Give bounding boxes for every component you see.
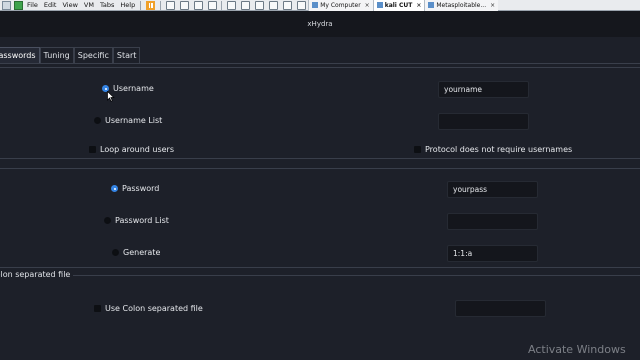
window-title: xHydra xyxy=(307,20,333,28)
colon-file-frame-label: Colon separated file xyxy=(0,270,74,279)
mouse-pointer-icon xyxy=(107,91,115,102)
no-username-label: Protocol does not require usernames xyxy=(425,145,573,154)
tab-tuning[interactable]: Tuning xyxy=(39,47,74,63)
unity-icon[interactable] xyxy=(282,0,292,10)
snapshot-icon[interactable] xyxy=(179,0,189,10)
menu-tabs[interactable]: Tabs xyxy=(100,1,114,9)
menu-help[interactable]: Help xyxy=(120,1,135,9)
close-icon[interactable]: × xyxy=(365,2,370,9)
fullscreen-icon[interactable] xyxy=(268,0,278,10)
close-icon[interactable]: × xyxy=(490,2,495,9)
toolbar-separator xyxy=(160,0,162,10)
thumbnail-icon[interactable] xyxy=(240,0,250,10)
computer-icon xyxy=(312,2,319,8)
menu-view[interactable]: View xyxy=(62,1,77,9)
toolbar-separator xyxy=(221,0,223,10)
colon-file-input[interactable] xyxy=(455,300,546,317)
send-ctrl-alt-del-icon[interactable] xyxy=(165,0,175,10)
checkbox-icon xyxy=(94,305,101,312)
tab-label: Start xyxy=(116,51,137,60)
vmware-logo-icon xyxy=(2,0,11,10)
pause-icon[interactable] xyxy=(146,0,156,10)
radio-unchecked-icon xyxy=(104,217,111,224)
no-username-checkbox[interactable]: Protocol does not require usernames xyxy=(414,145,572,154)
power-on-icon[interactable] xyxy=(14,0,23,10)
activate-windows-watermark: Activate Windows xyxy=(528,343,626,356)
vm-icon xyxy=(376,2,383,8)
use-colon-file-checkbox[interactable]: Use Colon separated file xyxy=(94,304,203,313)
checkbox-icon xyxy=(89,146,96,153)
sidebar-toggle-icon[interactable] xyxy=(226,0,236,10)
username-list-radio[interactable]: Username List xyxy=(94,116,162,125)
vm-tab-label: kali CUT xyxy=(384,1,413,9)
radio-unchecked-icon xyxy=(112,249,119,256)
username-list-label: Username List xyxy=(105,116,163,125)
vm-tab-label: Metasploitable... xyxy=(436,1,487,9)
tab-label: Passwords xyxy=(0,51,36,60)
generate-radio[interactable]: Generate xyxy=(112,248,160,257)
toolbar-separator xyxy=(140,0,142,10)
snapshot-manager-icon[interactable] xyxy=(207,0,217,10)
vm-tab-metasploitable[interactable]: Metasploitable... × xyxy=(424,0,499,11)
generate-label: Generate xyxy=(123,248,161,257)
vm-tab-label: My Computer xyxy=(320,1,361,9)
tab-label: Tuning xyxy=(43,51,70,60)
password-input[interactable] xyxy=(447,181,538,198)
tab-label: Specific xyxy=(77,51,109,60)
password-list-label: Password List xyxy=(115,216,169,225)
username-input[interactable] xyxy=(438,81,529,98)
use-colon-file-label: Use Colon separated file xyxy=(105,304,203,313)
password-list-radio[interactable]: Password List xyxy=(104,216,169,225)
checkbox-icon xyxy=(414,146,421,153)
tab-specific[interactable]: Specific xyxy=(73,47,113,63)
radio-checked-icon xyxy=(111,185,118,192)
revert-snapshot-icon[interactable] xyxy=(193,0,203,10)
username-radio-label: Username xyxy=(113,84,154,93)
close-icon[interactable]: × xyxy=(416,2,421,9)
vm-tab-kali[interactable]: kali CUT × xyxy=(372,0,425,11)
window-titlebar: xHydra xyxy=(0,11,640,37)
username-list-input[interactable] xyxy=(438,113,529,130)
tab-strip: Passwords Tuning Specific Start xyxy=(0,47,141,63)
password-radio[interactable]: Password xyxy=(111,184,159,193)
radio-unchecked-icon xyxy=(94,117,101,124)
password-list-input[interactable] xyxy=(447,213,538,230)
stretch-icon[interactable] xyxy=(296,0,306,10)
loop-users-checkbox[interactable]: Loop around users xyxy=(89,145,174,154)
host-menubar: File Edit View VM Tabs Help My Computer … xyxy=(0,0,640,11)
vm-icon xyxy=(428,2,435,8)
menu-vm[interactable]: VM xyxy=(84,1,94,9)
menu-file[interactable]: File xyxy=(27,1,38,9)
menu-edit[interactable]: Edit xyxy=(44,1,57,9)
vm-tab-my-computer[interactable]: My Computer × xyxy=(308,0,373,11)
console-view-icon[interactable] xyxy=(254,0,264,10)
password-frame xyxy=(0,168,640,268)
loop-users-label: Loop around users xyxy=(100,145,175,154)
generate-input[interactable] xyxy=(447,245,538,262)
password-radio-label: Password xyxy=(122,184,160,193)
tab-start[interactable]: Start xyxy=(112,47,141,63)
tab-divider xyxy=(0,63,640,64)
tab-passwords[interactable]: Passwords xyxy=(0,47,40,63)
